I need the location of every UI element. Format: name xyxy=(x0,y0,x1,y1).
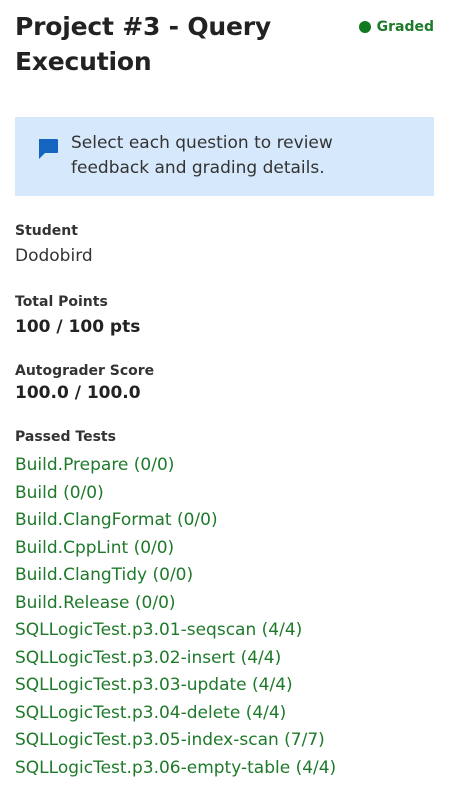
status-dot-icon xyxy=(358,21,371,33)
test-item[interactable]: Build.CppLint (0/0) xyxy=(15,535,434,563)
test-item[interactable]: SQLLogicTest.p3.06-empty-table (4/4) xyxy=(15,755,434,783)
test-item[interactable]: Build (0/0) xyxy=(15,480,434,508)
passed-tests-section: Passed Tests Build.Prepare (0/0) Build (… xyxy=(15,428,434,782)
info-notice: Select each question to review feedback … xyxy=(15,117,434,196)
test-item[interactable]: Build.ClangFormat (0/0) xyxy=(15,507,434,535)
test-item[interactable]: SQLLogicTest.p3.03-update (4/4) xyxy=(15,672,434,700)
passed-tests-label: Passed Tests xyxy=(15,429,116,445)
page-title: Project #3 - Query Execution xyxy=(15,12,271,76)
header: Project #3 - Query Execution Graded xyxy=(15,0,434,79)
student-label: Student xyxy=(15,223,78,239)
test-item[interactable]: Build.Release (0/0) xyxy=(15,590,434,618)
notice-text: Select each question to review feedback … xyxy=(71,133,333,178)
status-badge: Graded xyxy=(358,19,434,35)
test-item[interactable]: Build.Prepare (0/0) xyxy=(15,452,434,480)
total-points-label: Total Points xyxy=(15,294,108,310)
student-name: Dodobird xyxy=(15,246,93,266)
test-item[interactable]: Build.ClangTidy (0/0) xyxy=(15,562,434,590)
total-points-value: 100 / 100 pts xyxy=(15,317,141,337)
test-item[interactable]: SQLLogicTest.p3.04-delete (4/4) xyxy=(15,700,434,728)
test-item[interactable]: SQLLogicTest.p3.02-insert (4/4) xyxy=(15,645,434,673)
student-field: Student Dodobird xyxy=(15,222,434,268)
autograder-score-value: 100.0 / 100.0 xyxy=(15,383,141,403)
status-label: Graded xyxy=(376,19,434,35)
total-points-field: Total Points 100 / 100 pts xyxy=(15,293,434,339)
chat-bubble-icon xyxy=(39,139,58,159)
submission-panel: Project #3 - Query Execution Graded Sele… xyxy=(0,0,452,788)
autograder-score-label: Autograder Score xyxy=(15,363,155,379)
test-item[interactable]: SQLLogicTest.p3.01-seqscan (4/4) xyxy=(15,617,434,645)
autograder-score-field: Autograder Score 100.0 / 100.0 xyxy=(15,362,434,405)
passed-tests-list: Build.Prepare (0/0) Build (0/0) Build.Cl… xyxy=(15,452,434,782)
test-item[interactable]: SQLLogicTest.p3.05-index-scan (7/7) xyxy=(15,727,434,755)
